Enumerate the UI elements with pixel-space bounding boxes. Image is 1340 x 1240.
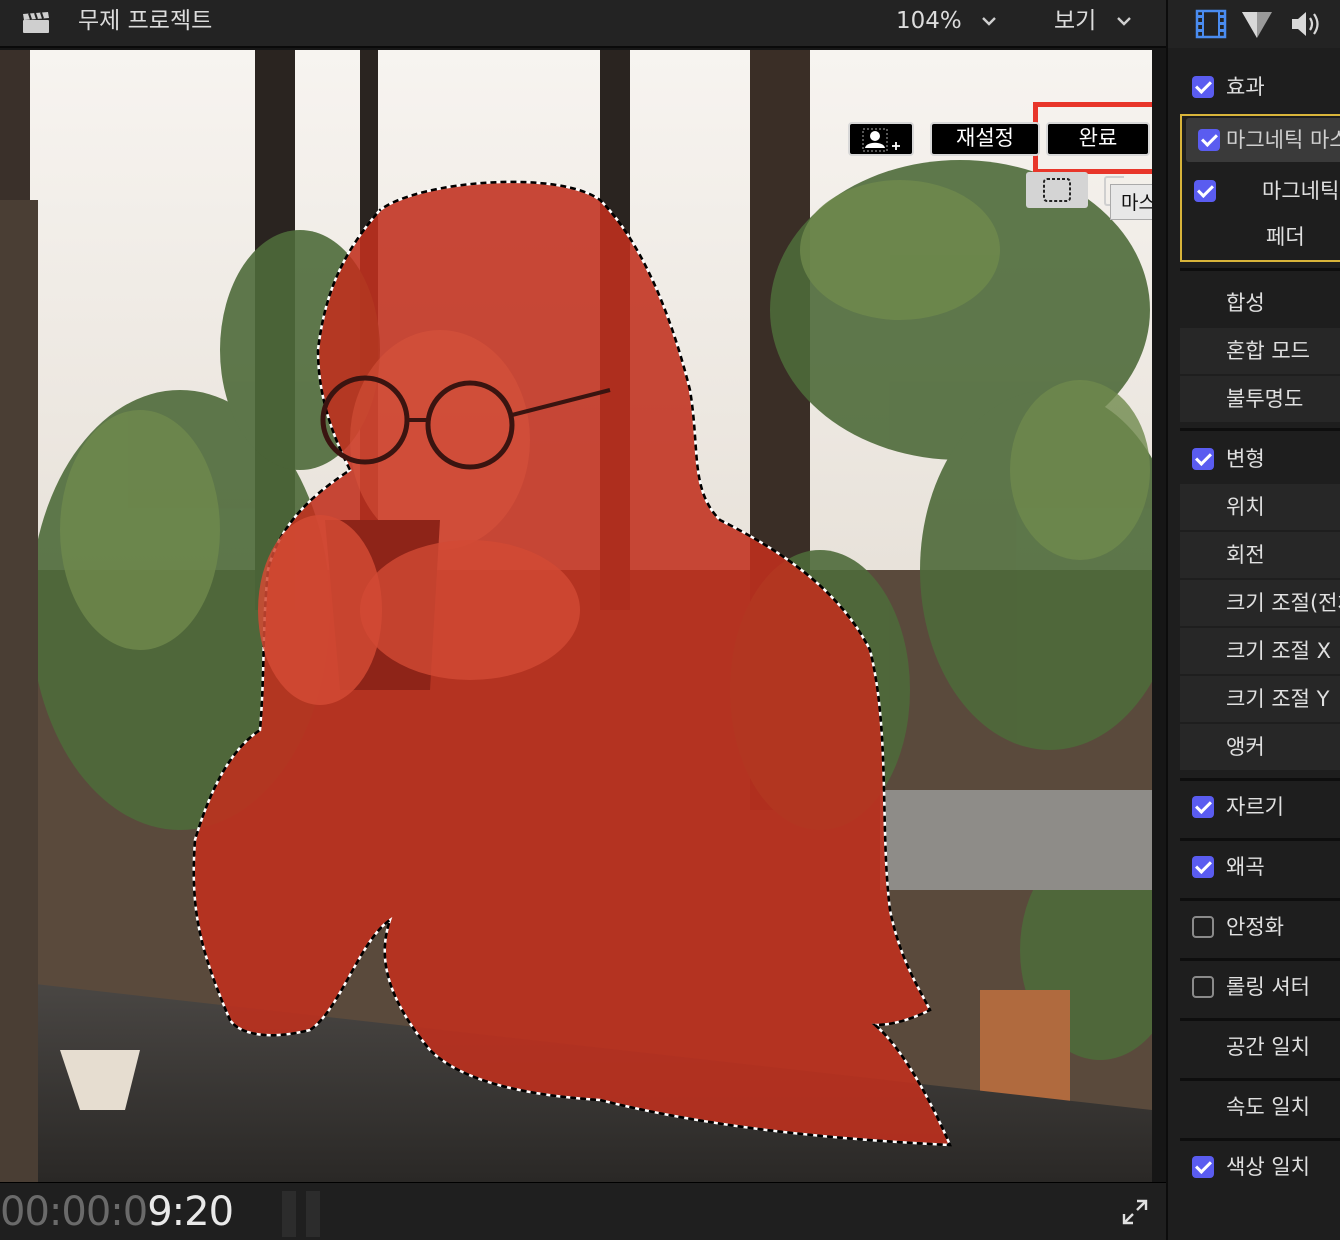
rotation-label: 회전 <box>1226 543 1265 567</box>
viewer: 무제 프로젝트 104% 보기 재설정 완료 마스 00:00:09:20 <box>0 0 1166 1240</box>
scale-y-row[interactable]: 크기 조절 Y <box>1180 676 1340 722</box>
zoom-level[interactable]: 104% <box>896 6 962 36</box>
magnetic-mask-label: 마그네틱 마스크 <box>1262 179 1340 203</box>
timecode-leading: 00:00:0 <box>0 1189 148 1235</box>
timecode-value: 9:20 <box>147 1189 234 1235</box>
separator <box>1180 1018 1340 1021</box>
blend-mode-row[interactable]: 혼합 모드 <box>1180 328 1340 374</box>
chevron-down-icon[interactable] <box>1115 12 1133 30</box>
separator <box>1180 838 1340 841</box>
reset-button[interactable]: 재설정 <box>930 122 1040 156</box>
rolling-shutter-checkbox[interactable] <box>1192 976 1214 998</box>
anchor-label: 앵커 <box>1226 735 1265 759</box>
person-add-icon <box>862 128 900 152</box>
opacity-row[interactable]: 불투명도 <box>1180 376 1340 422</box>
distort-label: 왜곡 <box>1226 855 1265 879</box>
scale-all-label: 크기 조절(전체) <box>1226 591 1340 615</box>
anchor-row[interactable]: 앵커 <box>1180 724 1340 770</box>
stabilization-label: 안정화 <box>1226 915 1284 939</box>
color-triangle-icon[interactable] <box>1240 8 1274 40</box>
done-button[interactable]: 완료 <box>1046 122 1150 156</box>
rolling-shutter-row[interactable]: 롤링 셔터 <box>1180 964 1340 1010</box>
magnetic-mask-row[interactable]: 마그네틱 마스크 <box>1182 168 1340 214</box>
scale-x-label: 크기 조절 X <box>1226 639 1332 663</box>
opacity-label: 불투명도 <box>1226 387 1304 411</box>
transform-checkbox[interactable] <box>1192 448 1214 470</box>
distort-checkbox[interactable] <box>1192 856 1214 878</box>
magnetic-mask-checkbox[interactable] <box>1194 180 1216 202</box>
crop-checkbox[interactable] <box>1192 796 1214 818</box>
separator <box>1180 428 1340 431</box>
rolling-shutter-label: 롤링 셔터 <box>1226 975 1310 999</box>
expand-icon[interactable] <box>1120 1197 1150 1227</box>
separator <box>1180 778 1340 781</box>
stabilization-checkbox[interactable] <box>1192 916 1214 938</box>
stabilization-row[interactable]: 안정화 <box>1180 904 1340 950</box>
separator <box>1180 268 1340 271</box>
effects-row[interactable]: 효과 <box>1180 64 1340 110</box>
mask-selection-button[interactable] <box>1026 172 1088 208</box>
timecode[interactable]: 00:00:09:20 <box>0 1189 234 1235</box>
project-title: 무제 프로젝트 <box>78 8 213 34</box>
dashed-rectangle-icon <box>1043 178 1071 202</box>
view-menu[interactable]: 보기 <box>1054 6 1096 36</box>
spatial-conform-row[interactable]: 공간 일치 <box>1180 1024 1340 1070</box>
magnetic-mask-header-label: 마그네틱 마스크 <box>1226 128 1340 152</box>
viewer-bottom-bar: 00:00:09:20 <box>0 1182 1166 1240</box>
crop-row[interactable]: 자르기 <box>1180 784 1340 830</box>
effects-checkbox[interactable] <box>1192 76 1214 98</box>
blend-mode-label: 혼합 모드 <box>1226 339 1310 363</box>
inspector-tabs <box>1168 0 1340 48</box>
film-strip-icon[interactable] <box>1194 8 1228 40</box>
color-conform-checkbox[interactable] <box>1192 1156 1214 1178</box>
viewer-top-bar: 무제 프로젝트 104% 보기 <box>0 0 1166 48</box>
clapperboard-icon <box>23 12 49 33</box>
rate-conform-row[interactable]: 속도 일치 <box>1180 1084 1340 1130</box>
video-frame <box>0 50 1152 1182</box>
crop-label: 자르기 <box>1226 795 1284 819</box>
add-person-button[interactable] <box>848 122 914 156</box>
tooltip: 마스크 결과 보기 <box>1110 184 1152 220</box>
audio-meter-right <box>306 1191 320 1237</box>
chevron-down-icon[interactable] <box>980 12 998 30</box>
separator <box>1180 1138 1340 1141</box>
color-conform-row[interactable]: 색상 일치 <box>1180 1144 1340 1190</box>
separator <box>1180 1078 1340 1081</box>
magnetic-mask-header-checkbox[interactable] <box>1198 129 1220 151</box>
feather-row[interactable]: 페더 <box>1182 214 1340 260</box>
separator <box>1180 898 1340 901</box>
effects-label: 효과 <box>1226 75 1265 99</box>
scale-all-row[interactable]: 크기 조절(전체) <box>1180 580 1340 626</box>
separator <box>1180 958 1340 961</box>
position-row[interactable]: 위치 <box>1180 484 1340 530</box>
magnetic-mask-header[interactable]: 마그네틱 마스크 <box>1186 118 1340 162</box>
rate-conform-label: 속도 일치 <box>1226 1095 1310 1119</box>
position-label: 위치 <box>1226 495 1265 519</box>
scale-x-row[interactable]: 크기 조절 X <box>1180 628 1340 674</box>
distort-row[interactable]: 왜곡 <box>1180 844 1340 890</box>
audio-meter-left <box>282 1191 296 1237</box>
compositing-row[interactable]: 합성 <box>1180 280 1340 326</box>
spatial-conform-label: 공간 일치 <box>1226 1035 1310 1059</box>
rotation-row[interactable]: 회전 <box>1180 532 1340 578</box>
scale-y-label: 크기 조절 Y <box>1226 687 1330 711</box>
video-canvas[interactable]: 재설정 완료 마스크 결과 보기 <box>0 50 1152 1182</box>
transform-row[interactable]: 변형 <box>1180 436 1340 482</box>
transform-label: 변형 <box>1226 447 1265 471</box>
feather-label: 페더 <box>1266 225 1305 249</box>
color-conform-label: 색상 일치 <box>1226 1155 1310 1179</box>
speaker-icon[interactable] <box>1288 8 1322 40</box>
compositing-label: 합성 <box>1226 291 1265 315</box>
